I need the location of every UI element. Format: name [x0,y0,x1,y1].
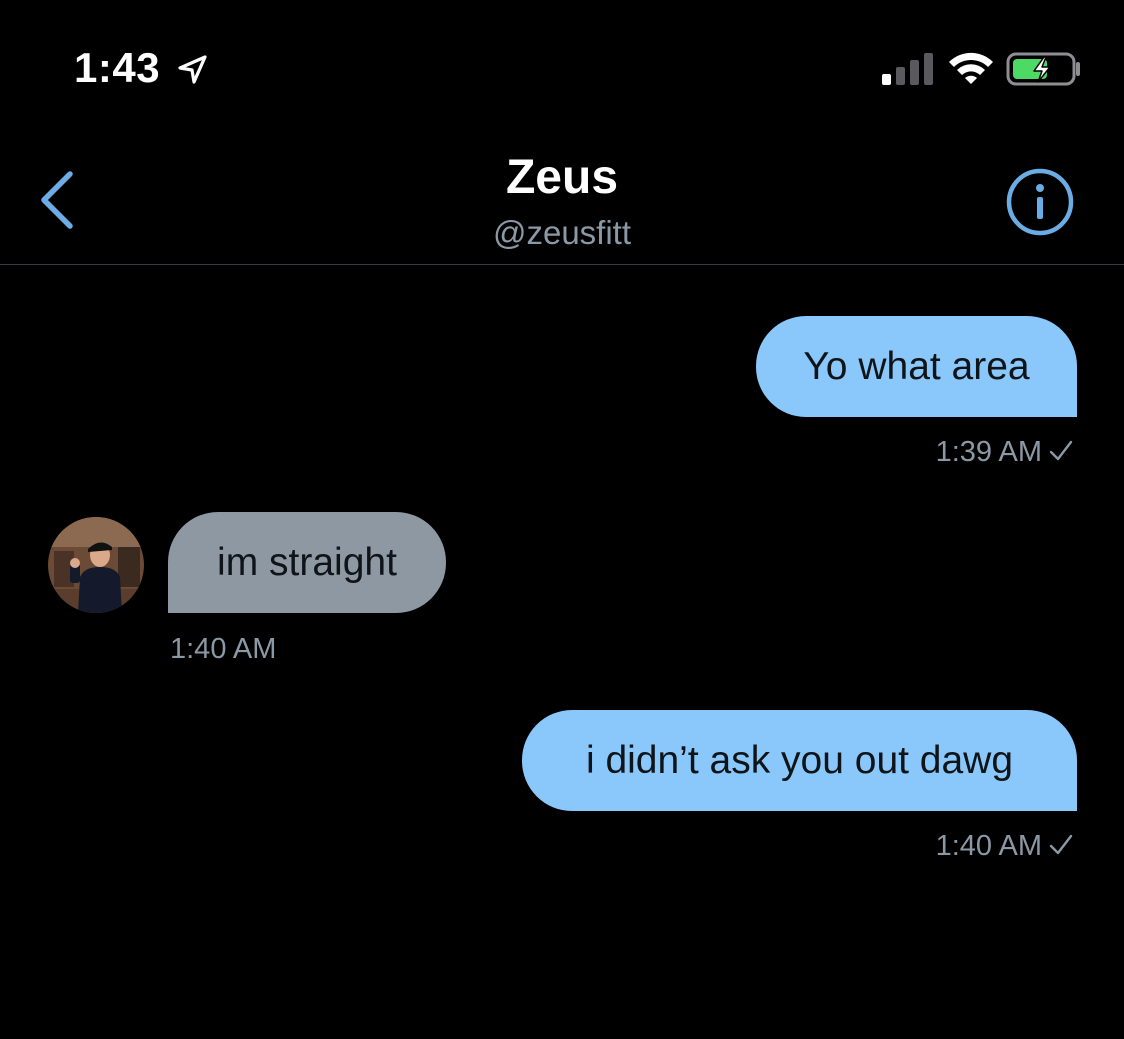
conversation-header: Zeus @zeusfitt [0,130,1124,265]
sent-message-bubble[interactable]: Yo what area [756,316,1077,417]
battery-charging-icon [1006,52,1080,86]
sent-message-bubble[interactable]: i didn’t ask you out dawg [522,710,1077,811]
contact-name[interactable]: Zeus [0,150,1124,205]
avatar-photo-icon [48,517,144,613]
message-meta: 1:39 AM [936,436,1074,469]
avatar[interactable] [48,517,144,613]
message-timestamp: 1:40 AM [935,830,1042,862]
check-icon [1049,440,1073,461]
message-meta: 1:40 AM [936,830,1074,863]
message-timestamp: 1:39 AM [935,436,1042,468]
check-icon [1049,834,1073,855]
message-text: i didn’t ask you out dawg [585,738,1014,782]
received-message-bubble[interactable]: im straight [168,512,446,613]
status-bar: 1:43 [0,0,1124,130]
message-text: Yo what area [803,344,1030,388]
message-timestamp: 1:40 AM [170,633,277,665]
location-arrow-icon [178,55,207,84]
cellular-signal-icon [882,53,933,85]
contact-handle[interactable]: @zeusfitt [0,214,1124,252]
message-text: im straight [217,540,397,584]
status-time: 1:43 [74,44,161,91]
info-button[interactable] [1004,166,1076,238]
wifi-icon [949,52,993,84]
